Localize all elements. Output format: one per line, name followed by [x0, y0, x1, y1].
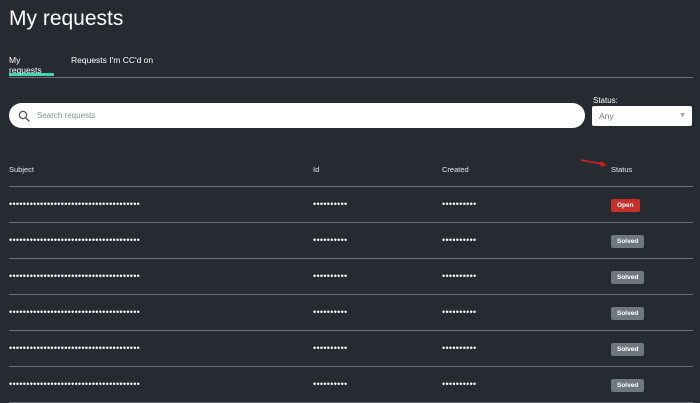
tab-requests-cc[interactable]: Requests I'm CC'd on [71, 55, 153, 76]
chevron-down-icon: ▼ [679, 112, 686, 119]
row-created: •••••••••• [442, 199, 477, 209]
row-id: •••••••••• [313, 271, 348, 281]
table-row[interactable]: •••••••••••••••••••••••••••••••••••••• •… [9, 295, 693, 331]
header-subject[interactable]: Subject [9, 165, 34, 174]
row-created: •••••••••• [442, 379, 477, 389]
header-status[interactable]: Status [611, 165, 632, 174]
page-title: My requests [9, 7, 124, 30]
status-badge: Solved [611, 307, 645, 320]
status-select[interactable]: Any ▼ [592, 106, 692, 126]
search-box[interactable] [9, 103, 585, 128]
header-id[interactable]: Id [313, 165, 319, 174]
row-subject-link[interactable]: •••••••••••••••••••••••••••••••••••••• [9, 199, 140, 209]
search-icon [18, 110, 30, 122]
header-created[interactable]: Created [442, 165, 469, 174]
status-badge: Solved [611, 271, 645, 284]
row-subject-link[interactable]: •••••••••••••••••••••••••••••••••••••• [9, 235, 140, 245]
row-subject-link[interactable]: •••••••••••••••••••••••••••••••••••••• [9, 379, 140, 389]
table-row[interactable]: •••••••••••••••••••••••••••••••••••••• •… [9, 331, 693, 367]
row-id: •••••••••• [313, 343, 348, 353]
table-row[interactable]: •••••••••••••••••••••••••••••••••••••• •… [9, 223, 693, 259]
row-subject-link[interactable]: •••••••••••••••••••••••••••••••••••••• [9, 271, 140, 281]
status-badge: Solved [611, 235, 645, 248]
row-created: •••••••••• [442, 271, 477, 281]
requests-table: Subject Id Created Status ••••••••••••••… [9, 159, 693, 403]
row-subject-link[interactable]: •••••••••••••••••••••••••••••••••••••• [9, 307, 140, 317]
status-filter-label: Status: [593, 96, 618, 105]
row-created: •••••••••• [442, 235, 477, 245]
row-created: •••••••••• [442, 307, 477, 317]
row-created: •••••••••• [442, 343, 477, 353]
table-row[interactable]: •••••••••••••••••••••••••••••••••••••• •… [9, 367, 693, 403]
status-select-value: Any [599, 111, 614, 121]
row-id: •••••••••• [313, 379, 348, 389]
table-row[interactable]: •••••••••••••••••••••••••••••••••••••• •… [9, 187, 693, 223]
status-badge: Solved [611, 343, 645, 356]
row-id: •••••••••• [313, 199, 348, 209]
status-badge: Open [611, 199, 640, 212]
tabs-bar: My requests Requests I'm CC'd on [9, 55, 693, 78]
row-id: •••••••••• [313, 235, 348, 245]
row-id: •••••••••• [313, 307, 348, 317]
search-input[interactable] [35, 110, 559, 121]
row-subject-link[interactable]: •••••••••••••••••••••••••••••••••••••• [9, 343, 140, 353]
tab-my-requests[interactable]: My requests [9, 55, 54, 76]
status-badge: Solved [611, 379, 645, 392]
table-header: Subject Id Created Status [9, 159, 693, 187]
table-row[interactable]: •••••••••••••••••••••••••••••••••••••• •… [9, 259, 693, 295]
